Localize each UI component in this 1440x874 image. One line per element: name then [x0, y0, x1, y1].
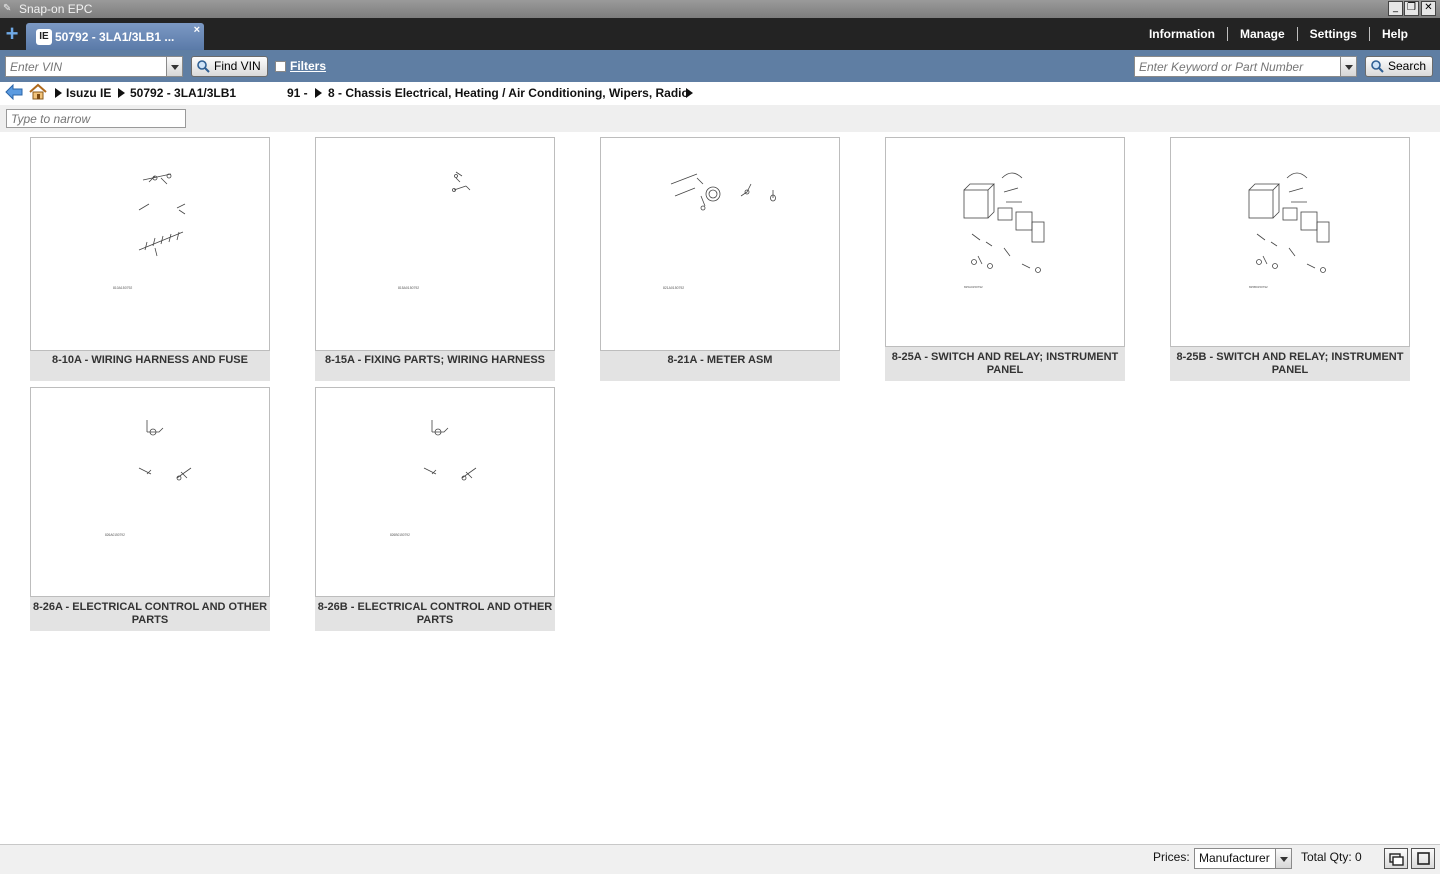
cascade-windows-icon	[1389, 853, 1404, 866]
menu-help[interactable]: Help	[1370, 27, 1440, 41]
menu-settings[interactable]: Settings	[1298, 27, 1369, 41]
electrical-control-diagram: 826B0150792	[390, 420, 477, 537]
card-caption: 8-25B - SWITCH AND RELAY; INSTRUMENT PAN…	[1176, 351, 1404, 376]
cascade-windows-button[interactable]	[1384, 848, 1408, 869]
find-vin-label: Find VIN	[214, 59, 261, 73]
maximize-icon	[1417, 852, 1430, 865]
breadcrumb-model[interactable]: 50792 - 3LA1/3LB1	[130, 86, 236, 100]
illustration-card[interactable]: 825A0150792 8-25A - SWITCH AND RELAY; IN…	[885, 137, 1125, 381]
menu-information[interactable]: Information	[1137, 27, 1227, 41]
illustration-card[interactable]: 810A150792 8-10A - WIRING HARNESS AND FU…	[30, 137, 270, 381]
card-caption: 8-26A - ELECTRICAL CONTROL AND OTHER PAR…	[32, 601, 268, 626]
filters-link[interactable]: Filters	[290, 59, 326, 73]
status-bar: Prices: Manufacturer Total Qty: 0	[0, 844, 1440, 874]
maximize-panel-button[interactable]	[1411, 848, 1435, 869]
tab-bar: + IE 50792 - 3LA1/3LB1 ... × Information…	[0, 18, 1440, 50]
illustration-thumbnail[interactable]: 825B0150792	[1170, 137, 1410, 347]
illustration-code: 825B0150792	[1249, 285, 1268, 289]
search-icon	[1371, 60, 1384, 73]
illustration-code: 826B0150792	[390, 533, 410, 537]
illustration-code: 810A150792	[113, 286, 132, 290]
breadcrumb-separator	[686, 88, 693, 98]
minimize-button[interactable]: _	[1388, 1, 1403, 16]
keyword-search-input[interactable]	[1134, 56, 1341, 77]
top-menu: Information Manage Settings Help	[1137, 18, 1440, 50]
breadcrumb-make[interactable]: Isuzu IE	[66, 86, 111, 100]
electrical-control-diagram: 826A0150792	[105, 420, 192, 537]
filters-checkbox[interactable]	[275, 61, 286, 72]
close-tab-icon[interactable]: ×	[194, 24, 200, 36]
card-caption: 8-25A - SWITCH AND RELAY; INSTRUMENT PAN…	[891, 351, 1119, 376]
card-caption: 8-21A - METER ASM	[667, 354, 773, 366]
narrow-input[interactable]	[6, 109, 186, 128]
prices-label: Prices:	[1153, 850, 1190, 864]
illustration-thumbnail[interactable]: 826A0150792	[30, 387, 270, 597]
total-qty: Total Qty: 0	[1301, 850, 1362, 864]
find-vin-button[interactable]: Find VIN	[191, 56, 268, 77]
card-caption: 8-26B - ELECTRICAL CONTROL AND OTHER PAR…	[317, 601, 553, 626]
illustration-card[interactable]: 821A0150792 8-21A - METER ASM	[600, 137, 840, 381]
close-window-button[interactable]: ✕	[1421, 1, 1436, 16]
home-icon[interactable]	[29, 83, 47, 100]
switch-relay-diagram: 825B0150792	[1248, 172, 1330, 289]
prices-dropdown-button[interactable]	[1275, 848, 1292, 869]
vin-input[interactable]	[5, 56, 167, 77]
breadcrumb-catalog[interactable]: 91 -	[287, 86, 308, 100]
illustration-thumbnail[interactable]: 815A0150792	[315, 137, 555, 351]
tab-label: 50792 - 3LA1/3LB1 ...	[55, 30, 175, 44]
illustration-code: 815A0150792	[398, 286, 419, 290]
illustration-code: 826A0150792	[105, 533, 125, 537]
illustration-code: 825A0150792	[964, 285, 983, 289]
window-titlebar: ✎ Snap-on EPC _ ❐ ✕	[0, 0, 1440, 18]
search-label: Search	[1388, 59, 1427, 73]
prices-select[interactable]: Manufacturer	[1194, 848, 1276, 869]
breadcrumb-separator	[315, 88, 322, 98]
illustration-card[interactable]: 815A0150792 8-15A - FIXING PARTS; WIRING…	[315, 137, 555, 381]
illustration-thumbnail[interactable]: 826B0150792	[315, 387, 555, 597]
window-title: Snap-on EPC	[19, 2, 93, 16]
vin-dropdown-button[interactable]	[166, 56, 183, 77]
breadcrumb-separator	[118, 88, 125, 98]
illustration-card[interactable]: 826A0150792 8-26A - ELECTRICAL CONTROL A…	[30, 387, 270, 631]
breadcrumb-group[interactable]: 8 - Chassis Electrical, Heating / Air Co…	[328, 86, 689, 100]
illustration-card[interactable]: 826B0150792 8-26B - ELECTRICAL CONTROL A…	[315, 387, 555, 631]
restore-button[interactable]: ❐	[1404, 1, 1419, 16]
card-caption: 8-15A - FIXING PARTS; WIRING HARNESS	[324, 354, 546, 366]
keyword-dropdown-button[interactable]	[1340, 56, 1357, 77]
search-icon	[197, 60, 210, 73]
toolbar: Find VIN Search	[0, 50, 1440, 82]
isuzu-logo-icon: IE	[36, 29, 52, 45]
illustration-thumbnail[interactable]: 825A0150792	[885, 137, 1125, 347]
illustration-card[interactable]: 825B0150792 8-25B - SWITCH AND RELAY; IN…	[1170, 137, 1410, 381]
new-tab-button[interactable]: +	[3, 23, 21, 45]
tab-vehicle[interactable]: IE 50792 - 3LA1/3LB1 ... ×	[26, 23, 204, 50]
narrow-bar	[0, 105, 1440, 132]
app-icon: ✎	[3, 3, 12, 14]
wiring-harness-diagram: 810A150792	[113, 173, 186, 290]
illustration-code: 821A0150792	[663, 286, 684, 290]
switch-relay-diagram: 825A0150792	[963, 172, 1045, 289]
meter-assembly-diagram: 821A0150792	[663, 173, 776, 290]
illustration-thumbnail[interactable]: 810A150792	[30, 137, 270, 351]
fixing-parts-diagram: 815A0150792	[398, 171, 471, 290]
menu-manage[interactable]: Manage	[1228, 27, 1297, 41]
card-caption: 8-10A - WIRING HARNESS AND FUSE	[52, 354, 248, 366]
breadcrumb: Isuzu IE 50792 - 3LA1/3LB1 91 - 8 - Chas…	[0, 82, 1440, 104]
back-arrow-icon[interactable]	[5, 84, 23, 100]
search-button[interactable]: Search	[1365, 56, 1434, 77]
breadcrumb-separator	[55, 88, 62, 98]
illustration-thumbnail[interactable]: 821A0150792	[600, 137, 840, 351]
